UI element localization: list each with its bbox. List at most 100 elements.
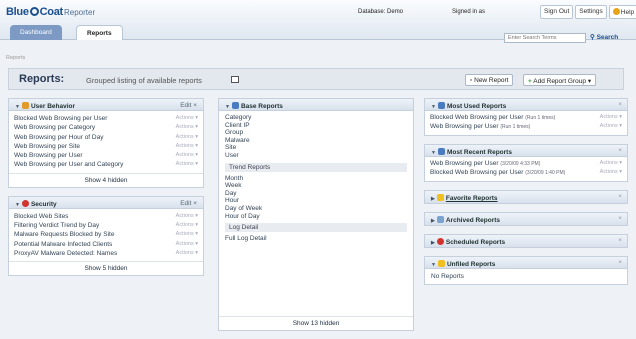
trend-report-link[interactable]: Week <box>219 182 413 190</box>
actions-dropdown[interactable]: Actions ▾ <box>176 221 198 230</box>
list-item[interactable]: Web Browsing per Category Actions ▾ <box>14 123 198 132</box>
list-item[interactable]: Web Browsing per User (3/20/09 4:33 PM) A… <box>430 160 622 167</box>
breadcrumb[interactable]: Reports <box>6 55 25 61</box>
trend-report-link[interactable]: Month <box>219 175 413 183</box>
new-report-button[interactable]: ▫ New Report <box>465 74 514 86</box>
collapse-icon[interactable]: ▼ <box>15 104 20 110</box>
report-link[interactable]: Web Browsing per Site <box>14 142 80 151</box>
list-item[interactable]: Filtering Verdict Trend by Day Actions ▾ <box>14 221 198 230</box>
settings-link[interactable]: Settings <box>575 5 607 19</box>
list-item[interactable]: Blocked Web Browsing per User (3/20/09 1… <box>430 169 622 176</box>
collapse-icon[interactable]: ▼ <box>431 262 436 268</box>
report-link[interactable]: Web Browsing per Hour of Day <box>14 133 103 142</box>
close-icon[interactable]: × <box>618 215 622 222</box>
show-hidden-link[interactable]: Show 5 hidden <box>9 261 203 275</box>
help-doc-icon[interactable] <box>231 76 239 83</box>
report-link[interactable]: Blocked Web Browsing per User <box>14 114 107 123</box>
actions-dropdown[interactable]: Actions ▾ <box>176 160 198 169</box>
close-icon[interactable]: × <box>618 259 622 266</box>
report-link[interactable]: Web Browsing per User and Category <box>14 160 123 169</box>
trend-report-link[interactable]: Day of Week <box>219 205 413 213</box>
search-button[interactable]: ⚲ Search <box>590 33 618 41</box>
panel-header[interactable]: ▶ Favorite Reports × <box>425 191 627 203</box>
report-link[interactable]: Malware Requests Blocked by Site <box>14 230 114 239</box>
actions-dropdown[interactable]: Actions ▾ <box>600 114 622 121</box>
panel-header[interactable]: ▼ Security Edit × <box>9 196 203 209</box>
list-item[interactable]: Blocked Web Browsing per User (Run 1 tim… <box>430 114 622 121</box>
collapse-icon[interactable]: ▼ <box>431 104 436 110</box>
actions-dropdown[interactable]: Actions ▾ <box>176 123 198 132</box>
list-item[interactable]: Web Browsing per Hour of Day Actions ▾ <box>14 133 198 142</box>
report-link[interactable]: Filtering Verdict Trend by Day <box>14 221 99 230</box>
help-link[interactable]: Help <box>608 5 636 19</box>
add-report-group-button[interactable]: + Add Report Group ▾ <box>523 74 597 86</box>
actions-dropdown[interactable]: Actions ▾ <box>600 160 622 167</box>
report-link[interactable]: ProxyAV Malware Detected: Names <box>14 249 117 258</box>
trend-report-link[interactable]: Hour <box>219 197 413 205</box>
list-item[interactable]: Malware Requests Blocked by Site Actions … <box>14 230 198 239</box>
report-link[interactable]: Web Browsing per User (3/20/09 4:33 PM) <box>430 160 540 167</box>
actions-dropdown[interactable]: Actions ▾ <box>176 230 198 239</box>
close-icon[interactable]: × <box>618 147 622 154</box>
expand-icon[interactable]: ▶ <box>431 240 435 246</box>
actions-dropdown[interactable]: Actions ▾ <box>600 169 622 176</box>
close-icon[interactable]: × <box>618 237 622 244</box>
panel-title[interactable]: Favorite Reports <box>446 195 498 202</box>
actions-dropdown[interactable]: Actions ▾ <box>176 151 198 160</box>
list-item[interactable]: ProxyAV Malware Detected: Names Actions ▾ <box>14 249 198 258</box>
panel-header[interactable]: ▼ Base Reports <box>219 99 413 111</box>
collapse-icon[interactable]: ▼ <box>225 104 230 110</box>
edit-button[interactable]: Edit × <box>180 102 197 109</box>
list-item[interactable]: Web Browsing per Site Actions ▾ <box>14 142 198 151</box>
close-icon[interactable]: × <box>618 101 622 108</box>
base-report-link[interactable]: Category <box>219 114 413 122</box>
base-report-link[interactable]: Client IP <box>219 122 413 130</box>
close-icon[interactable]: × <box>618 193 622 200</box>
report-link[interactable]: Web Browsing per User <box>14 151 83 160</box>
tab-dashboard[interactable]: Dashboard <box>10 25 62 40</box>
actions-dropdown[interactable]: Actions ▾ <box>176 240 198 249</box>
report-link[interactable]: Web Browsing per User (Run 1 times) <box>430 123 530 130</box>
panel-header[interactable]: ▼ Most Used Reports × <box>425 99 627 111</box>
report-link[interactable]: Potential Malware Infected Clients <box>14 240 112 249</box>
actions-dropdown[interactable]: Actions ▾ <box>176 142 198 151</box>
show-hidden-link[interactable]: Show 13 hidden <box>219 316 413 330</box>
panel-header[interactable]: ▼ User Behavior Edit × <box>9 99 203 111</box>
panel-header[interactable]: ▶ Archived Reports × <box>425 213 627 225</box>
base-report-link[interactable]: Malware <box>219 137 413 145</box>
actions-dropdown[interactable]: Actions ▾ <box>600 123 622 130</box>
actions-dropdown[interactable]: Actions ▾ <box>176 212 198 221</box>
search-input[interactable] <box>504 33 586 43</box>
tab-reports[interactable]: Reports <box>76 25 123 40</box>
base-report-link[interactable]: Site <box>219 144 413 152</box>
log-report-link[interactable]: Full Log Detail <box>219 235 413 243</box>
actions-dropdown[interactable]: Actions ▾ <box>176 133 198 142</box>
panel-header[interactable]: ▼ Most Recent Reports × <box>425 145 627 157</box>
trend-report-link[interactable]: Day <box>219 190 413 198</box>
collapse-icon[interactable]: ▼ <box>15 202 20 208</box>
list-item[interactable]: Blocked Web Browsing per User Actions ▾ <box>14 114 198 123</box>
list-item[interactable]: Web Browsing per User (Run 1 times) Actio… <box>430 123 622 130</box>
report-link[interactable]: Blocked Web Browsing per User (Run 1 tim… <box>430 114 555 121</box>
report-link[interactable]: Blocked Web Browsing per User (3/20/09 1… <box>430 169 565 176</box>
panel-header[interactable]: ▼ Unfiled Reports × <box>425 257 627 269</box>
base-report-link[interactable]: Group <box>219 129 413 137</box>
expand-icon[interactable]: ▶ <box>431 218 435 224</box>
report-link[interactable]: Web Browsing per Category <box>14 123 95 132</box>
list-item[interactable]: Potential Malware Infected Clients Action… <box>14 240 198 249</box>
collapse-icon[interactable]: ▼ <box>431 150 436 156</box>
edit-button[interactable]: Edit × <box>180 200 197 207</box>
actions-dropdown[interactable]: Actions ▾ <box>176 114 198 123</box>
list-item[interactable]: Web Browsing per User Actions ▾ <box>14 151 198 160</box>
actions-label: Actions <box>175 231 194 238</box>
list-item[interactable]: Blocked Web Sites Actions ▾ <box>14 212 198 221</box>
show-hidden-link[interactable]: Show 4 hidden <box>9 172 203 187</box>
list-item[interactable]: Web Browsing per User and Category Action… <box>14 160 198 169</box>
sign-out-link[interactable]: Sign Out <box>540 5 574 19</box>
panel-header[interactable]: ▶ Scheduled Reports × <box>425 235 627 247</box>
actions-dropdown[interactable]: Actions ▾ <box>176 249 198 258</box>
base-report-link[interactable]: User <box>219 152 413 160</box>
expand-icon[interactable]: ▶ <box>431 196 435 202</box>
report-link[interactable]: Blocked Web Sites <box>14 212 68 221</box>
trend-report-link[interactable]: Hour of Day <box>219 213 413 221</box>
